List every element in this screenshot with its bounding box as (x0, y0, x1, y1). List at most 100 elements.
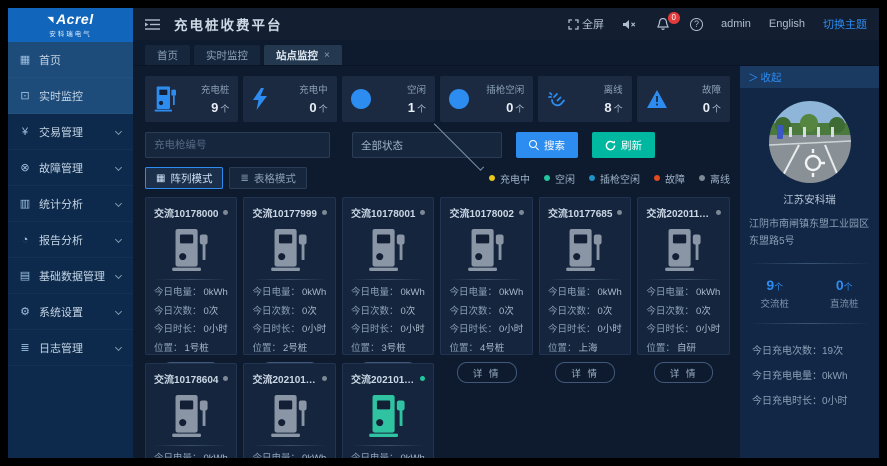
charging-pile-icon (252, 386, 326, 445)
monitor-icon: ⊡ (18, 89, 32, 102)
language-switch[interactable]: English (769, 18, 805, 30)
stat-value: 0 (309, 100, 316, 115)
energy-line: 今日电量：0kWh (548, 284, 622, 303)
pile-card-grid: 交流10178000 今日电量：0kWh 今日次数：0次 今日时长：0小时 位置… (145, 197, 730, 458)
sidebar-item-logs[interactable]: ≣ 日志管理 (8, 330, 133, 366)
notification-badge: 0 (668, 12, 680, 24)
status-dot (420, 376, 425, 381)
refresh-button[interactable]: 刷新 (592, 132, 655, 158)
energy-label: 今日电量： (351, 287, 399, 298)
sidebar-item-transactions[interactable]: ¥ 交易管理 (8, 114, 133, 150)
chevron-down-icon (115, 344, 122, 351)
energy-line: 今日电量：0kWh (351, 284, 425, 303)
today-count-label: 今日充电次数： (752, 346, 822, 357)
location-label: 位置： (154, 343, 183, 354)
count-label: 今日次数： (646, 306, 694, 317)
sidebar: Acrel 安科瑞电气 ▦ 首页 ⊡ 实时监控 ¥ 交易管理 ⊗ 故障管理 (8, 8, 133, 458)
tab-realtime-monitor[interactable]: 实时监控 (194, 45, 260, 65)
mute-button[interactable] (622, 19, 639, 30)
stat-unit: 个 (515, 104, 524, 114)
charging-pile-icon (252, 220, 326, 279)
chevron-down-icon (115, 164, 122, 171)
count-value: 0次 (597, 306, 612, 317)
pile-name: 交流10178000 (154, 205, 219, 220)
detail-button[interactable]: 详 情 (555, 362, 615, 383)
count-value: 0次 (400, 306, 415, 317)
grid-mode-button[interactable]: ▦ 阵列模式 (145, 167, 223, 189)
tab-label: 首页 (157, 48, 178, 63)
notifications-button[interactable]: 0 (657, 18, 672, 31)
tab-label: 实时监控 (206, 48, 248, 63)
station-address: 江阴市南闸镇东盟工业园区东盟路5号 (740, 207, 879, 250)
location-line: 位置：自研 (646, 340, 720, 359)
check-circle-icon: ✓ (449, 89, 469, 109)
chevron-down-icon (115, 272, 122, 279)
fault-icon: ⊗ (18, 161, 32, 174)
dc-pile-count: 0 (836, 277, 844, 293)
legend-label: 充电中 (500, 171, 530, 186)
chevron-down-icon (115, 128, 122, 135)
stat-charging: 充电中0个 (243, 76, 336, 122)
energy-value: 0kWh (597, 287, 621, 298)
sidebar-item-home[interactable]: ▦ 首页 (8, 42, 133, 78)
collapse-label: 收起 (761, 70, 782, 85)
count-value: 0次 (204, 306, 219, 317)
charging-pile-icon (449, 220, 523, 279)
page-title: 充电桩收费平台 (174, 14, 283, 34)
charging-pile-icon (154, 86, 178, 112)
sidebar-item-base-data[interactable]: ▤ 基础数据管理 (8, 258, 133, 294)
duration-line: 今日时长：0小时 (548, 321, 622, 340)
detail-button[interactable]: 详 情 (457, 362, 517, 383)
stat-label: 离线 (567, 82, 622, 96)
theme-switch[interactable]: 切换主题 (823, 16, 867, 32)
divider (748, 263, 871, 264)
sidebar-item-statistics[interactable]: ▥ 统计分析 (8, 186, 133, 222)
count-value: 0次 (499, 306, 514, 317)
energy-value: 0kWh (204, 287, 228, 298)
stat-fault: 故障0个 (637, 76, 730, 122)
status-dot (223, 376, 228, 381)
status-legend: 充电中 空闲 插枪空闲 故障 离线 (489, 171, 730, 186)
gun-number-input[interactable] (145, 132, 330, 158)
location-line: 位置：2号桩 (252, 340, 326, 359)
legend-gun-idle: 插枪空闲 (589, 171, 640, 186)
user-menu[interactable]: admin (721, 18, 751, 30)
legend-fault: 故障 (654, 171, 685, 186)
unplugged-icon (547, 89, 567, 109)
location-value: 3号桩 (381, 343, 405, 354)
energy-value: 0kWh (204, 453, 228, 458)
sidebar-item-reports[interactable]: ◔ 报告分析 (8, 222, 133, 258)
sidebar-item-faults[interactable]: ⊗ 故障管理 (8, 150, 133, 186)
legend-charging: 充电中 (489, 171, 530, 186)
location-value: 2号桩 (283, 343, 307, 354)
sidebar-item-realtime-monitor[interactable]: ⊡ 实时监控 (8, 78, 133, 114)
tab-home[interactable]: 首页 (145, 45, 190, 65)
energy-label: 今日电量： (646, 287, 694, 298)
help-button[interactable]: ? (690, 18, 703, 31)
energy-value: 0kWh (696, 287, 720, 298)
status-select[interactable]: 全部状态 (352, 132, 502, 158)
search-button[interactable]: 搜索 (516, 132, 578, 158)
location-label: 位置： (449, 343, 478, 354)
report-icon: ◔ (18, 234, 32, 246)
location-value: 自研 (677, 343, 696, 354)
menu-fold-icon[interactable] (145, 18, 160, 31)
gear-icon: ⚙ (18, 305, 32, 318)
close-icon[interactable]: × (324, 50, 330, 61)
count-line: 今日次数：0次 (646, 303, 720, 322)
sidebar-item-label: 日志管理 (39, 340, 116, 356)
legend-dot (544, 175, 550, 181)
sidebar-item-system-settings[interactable]: ⚙ 系统设置 (8, 294, 133, 330)
fullscreen-button[interactable]: 全屏 (568, 16, 604, 32)
pile-card: 交流10177999 今日电量：0kWh 今日次数：0次 今日时长：0小时 位置… (243, 197, 335, 355)
brand-logo: Acrel 安科瑞电气 (8, 8, 133, 42)
detail-button[interactable]: 详 情 (654, 362, 714, 383)
collapse-panel-button[interactable]: ＞ 收起 (740, 66, 879, 88)
tab-station-monitor[interactable]: 站点监控 × (264, 45, 342, 65)
filter-row: 全部状态 搜索 刷新 (145, 132, 730, 158)
duration-label: 今日时长： (351, 324, 399, 335)
legend-offline: 离线 (699, 171, 730, 186)
brand-name: Acrel (47, 12, 93, 26)
table-mode-button[interactable]: ≣ 表格模式 (229, 167, 306, 189)
energy-value: 0kWh (499, 287, 523, 298)
